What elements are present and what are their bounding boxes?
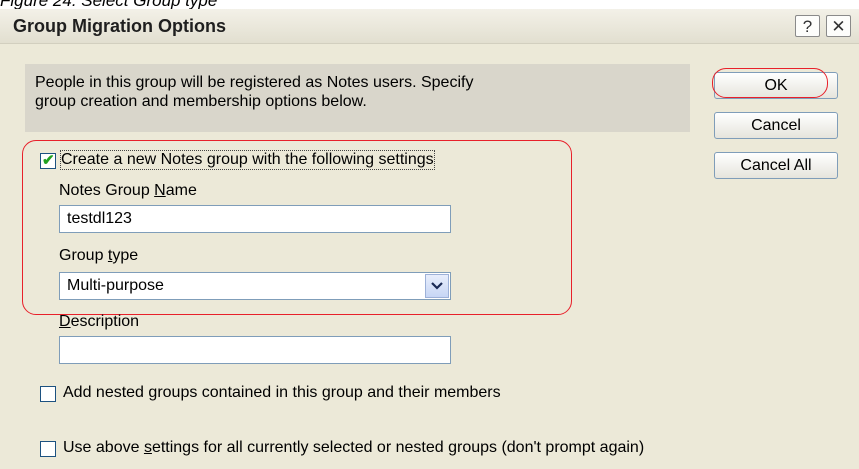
window-title: Group Migration Options	[13, 16, 226, 36]
apply-all-label[interactable]: Use above settings for all currently sel…	[63, 439, 644, 457]
group-type-label-rest: ype	[112, 247, 139, 264]
apply-all-label-part: Use above	[63, 439, 144, 456]
figure-caption: Figure 24. Select Group type	[0, 0, 218, 10]
nested-groups-label[interactable]: Add nested groups contained in this grou…	[63, 384, 501, 402]
cancel-button[interactable]: Cancel	[714, 112, 838, 139]
description-input[interactable]	[59, 336, 451, 364]
nested-label-rest: roups contained in this group and their …	[157, 384, 501, 401]
title-bar: Group Migration Options ? ✕	[0, 9, 859, 44]
create-group-label[interactable]: Create a new Notes group with the follow…	[60, 150, 435, 170]
group-name-label-rest: ame	[165, 182, 197, 199]
apply-all-mnemonic: s	[143, 439, 152, 456]
description-label: Description	[59, 313, 139, 331]
apply-all-label-rest: ettings for all currently selected or ne…	[151, 439, 645, 456]
help-button[interactable]: ?	[795, 15, 820, 37]
chevron-down-icon	[431, 282, 443, 290]
close-button[interactable]: ✕	[826, 15, 851, 37]
nested-mnemonic: g	[148, 384, 158, 401]
help-icon: ?	[802, 17, 813, 36]
group-type-value: Multi-purpose	[67, 277, 164, 294]
description-label-rest: escription	[70, 313, 140, 330]
create-group-checkbox[interactable]: ✔	[40, 152, 56, 169]
cancel-all-button[interactable]: Cancel All	[714, 152, 838, 179]
description-mnemonic: D	[59, 313, 71, 330]
nested-groups-checkbox[interactable]	[40, 386, 56, 402]
group-name-mnemonic: N	[154, 182, 166, 199]
close-icon: ✕	[831, 17, 846, 36]
info-panel: People in this group will be registered …	[25, 64, 690, 132]
ok-button[interactable]: OK	[714, 72, 838, 99]
group-name-label-part: Notes Group	[59, 182, 155, 199]
info-line-2: group creation and membership options be…	[35, 93, 367, 110]
group-type-label-part: Group	[59, 247, 108, 264]
info-line-1: People in this group will be registered …	[35, 74, 474, 91]
checkmark-icon: ✔	[42, 152, 55, 169]
nested-label-part: Add nested	[63, 384, 149, 401]
group-name-label: Notes Group Name	[59, 182, 197, 200]
dropdown-button[interactable]	[425, 274, 449, 298]
group-migration-dialog: Group Migration Options ? ✕ People in th…	[0, 9, 859, 469]
group-type-label: Group type	[59, 247, 138, 265]
group-type-select[interactable]: Multi-purpose	[59, 272, 451, 300]
group-name-input[interactable]: testdl123	[59, 205, 451, 233]
apply-all-checkbox[interactable]	[40, 441, 56, 457]
